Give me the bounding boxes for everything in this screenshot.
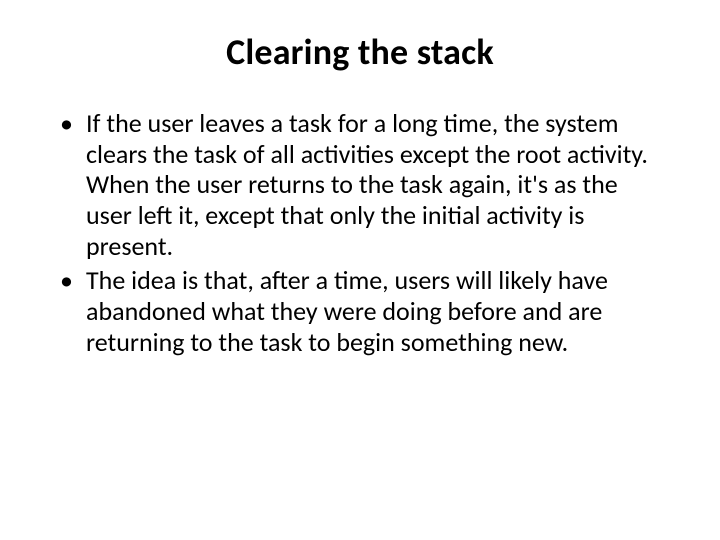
- slide-title: Clearing the stack: [50, 30, 670, 74]
- list-item: If the user leaves a task for a long tim…: [56, 108, 664, 261]
- slide: Clearing the stack If the user leaves a …: [0, 0, 720, 540]
- bullet-list: If the user leaves a task for a long tim…: [50, 108, 670, 357]
- list-item: The idea is that, after a time, users wi…: [56, 265, 664, 357]
